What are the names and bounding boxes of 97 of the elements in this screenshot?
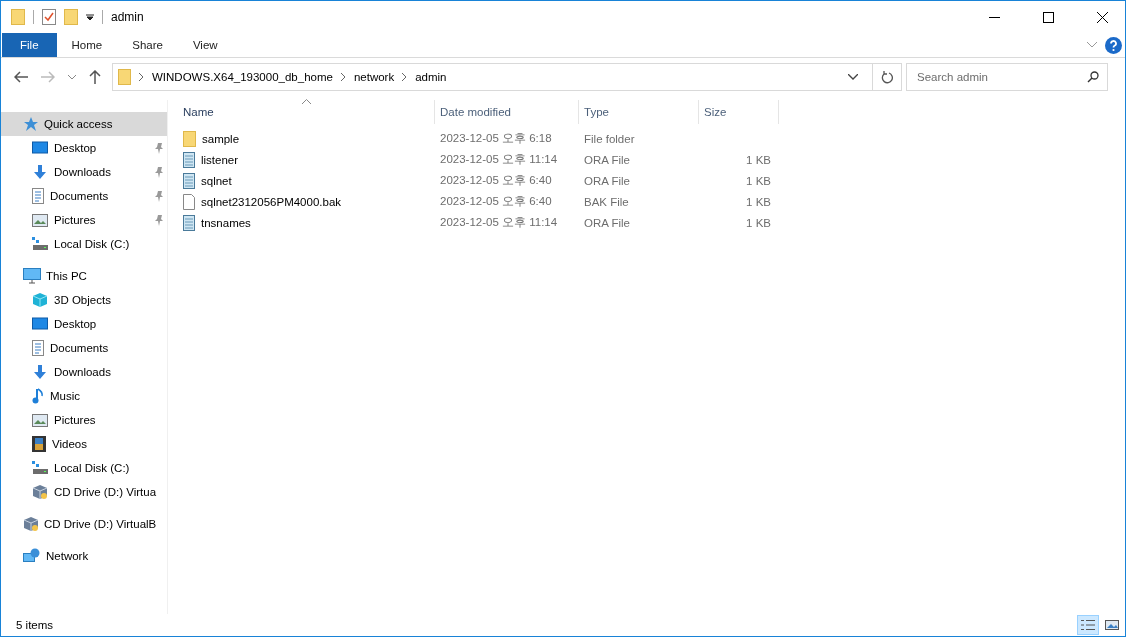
ribbon-tab[interactable]: Share xyxy=(117,33,178,57)
picture-icon xyxy=(32,413,48,427)
file-size: 1 KB xyxy=(746,216,771,229)
drive-icon xyxy=(32,461,48,475)
help-icon[interactable] xyxy=(1105,36,1122,54)
column-header[interactable]: Size xyxy=(699,100,779,124)
sidebar-item[interactable]: Documents xyxy=(1,336,167,360)
sidebar-item[interactable]: Desktop xyxy=(1,312,167,336)
search-box[interactable]: Search admin xyxy=(906,63,1108,91)
pin-icon xyxy=(154,167,164,178)
sidebar-item[interactable]: Network xyxy=(1,544,167,568)
sort-caret-icon xyxy=(302,99,311,104)
file-type: ORA File xyxy=(583,215,631,231)
window-title: admin xyxy=(111,10,144,24)
down-arrow-icon xyxy=(32,164,48,180)
ribbon-tab[interactable]: Home xyxy=(56,33,118,57)
checklist-icon[interactable] xyxy=(42,9,56,25)
drive-icon xyxy=(32,237,48,251)
document-icon xyxy=(32,340,44,356)
sidebar-item[interactable]: Documents xyxy=(1,184,167,208)
date-modified: 2023-12-05 오후 11:14 xyxy=(439,152,559,167)
date-modified: 2023-12-05 오후 6:18 xyxy=(439,131,553,146)
refresh-icon xyxy=(881,70,893,84)
sidebar-item[interactable]: 3D Objects xyxy=(1,288,167,312)
ribbon-tab[interactable]: View xyxy=(177,33,233,57)
file-type: BAK File xyxy=(583,194,630,210)
date-modified: 2023-12-05 오후 6:40 xyxy=(439,173,553,188)
sidebar-item[interactable]: CD Drive (D:) Virtua xyxy=(1,480,167,504)
sidebar-item[interactable]: Local Disk (C:) xyxy=(1,456,167,480)
notepad-icon xyxy=(183,172,195,189)
monitor-icon xyxy=(32,317,48,331)
sidebar-item[interactable]: Desktop xyxy=(1,136,167,160)
dropdown-icon[interactable] xyxy=(86,13,94,21)
cube-drive-icon xyxy=(32,484,48,500)
sidebar-item[interactable]: This PC xyxy=(1,264,167,288)
film-icon xyxy=(32,436,46,452)
file-tab[interactable]: File xyxy=(2,33,57,57)
sidebar-item[interactable]: Pictures xyxy=(1,408,167,432)
date-modified: 2023-12-05 오후 11:14 xyxy=(439,215,559,230)
details-view-button[interactable] xyxy=(1077,615,1099,635)
maximize-icon xyxy=(1042,11,1054,23)
picture-icon xyxy=(32,213,48,227)
chevron-right-icon[interactable] xyxy=(139,73,144,81)
file-size: 1 KB xyxy=(746,174,771,187)
item-count: 5 items xyxy=(16,619,54,631)
up-arrow-icon[interactable] xyxy=(89,70,101,84)
monitor-icon xyxy=(32,141,48,155)
document-icon xyxy=(32,188,44,204)
sidebar-item[interactable]: Videos xyxy=(1,432,167,456)
back-arrow-icon[interactable] xyxy=(14,71,28,83)
star-icon xyxy=(23,116,39,132)
sidebar-item[interactable]: Music xyxy=(1,384,167,408)
folder-icon xyxy=(118,69,131,85)
breadcrumb[interactable]: admin xyxy=(415,71,447,83)
sidebar-item[interactable]: CD Drive (D:) VirtualB xyxy=(1,512,167,536)
notepad-icon xyxy=(183,151,195,168)
notepad-icon xyxy=(183,214,195,231)
breadcrumb[interactable]: network xyxy=(353,71,395,83)
file-type: File folder xyxy=(583,131,636,147)
cube-icon xyxy=(32,292,48,308)
chevron-down-icon[interactable] xyxy=(848,74,858,80)
file-name[interactable]: listener xyxy=(178,149,435,170)
close-icon xyxy=(1096,11,1108,23)
file-name[interactable]: tnsnames xyxy=(178,212,435,233)
pin-icon xyxy=(154,191,164,202)
music-note-icon xyxy=(32,388,44,404)
address-bar[interactable]: WINDOWS.X64_193000_db_home network admin xyxy=(112,63,902,91)
cube-drive-icon xyxy=(23,516,39,532)
computer-icon xyxy=(23,268,41,284)
sidebar-item[interactable]: Downloads xyxy=(1,360,167,384)
date-modified: 2023-12-05 오후 6:40 xyxy=(439,194,553,209)
sidebar-item[interactable]: Quick access xyxy=(1,112,167,136)
details-list-icon xyxy=(1081,619,1095,631)
search-icon xyxy=(1087,71,1099,83)
file-size: 1 KB xyxy=(746,153,771,166)
chevron-right-icon[interactable] xyxy=(340,73,346,81)
folder-icon xyxy=(183,130,196,147)
pin-icon xyxy=(154,143,164,154)
breadcrumb[interactable]: WINDOWS.X64_193000_db_home xyxy=(152,71,333,83)
picture-icon xyxy=(1105,619,1119,631)
file-type: ORA File xyxy=(583,173,631,189)
sidebar-item[interactable]: Pictures xyxy=(1,208,167,232)
column-header[interactable]: Type xyxy=(579,100,699,124)
sidebar-item[interactable]: Downloads xyxy=(1,160,167,184)
sidebar-item[interactable]: Local Disk (C:) xyxy=(1,232,167,256)
file-size: 1 KB xyxy=(746,195,771,208)
file-type: ORA File xyxy=(583,152,631,168)
blank-file-icon xyxy=(183,193,195,210)
column-header[interactable]: Name xyxy=(178,100,435,124)
file-name[interactable]: sample xyxy=(178,128,435,149)
chevron-right-icon[interactable] xyxy=(402,73,408,81)
pin-icon xyxy=(154,215,164,226)
down-arrow-icon xyxy=(32,364,48,380)
column-header[interactable]: Date modified xyxy=(435,100,579,124)
file-name[interactable]: sqlnet2312056PM4000.bak xyxy=(178,191,435,212)
network-icon xyxy=(23,548,41,564)
file-name[interactable]: sqlnet xyxy=(178,170,435,191)
